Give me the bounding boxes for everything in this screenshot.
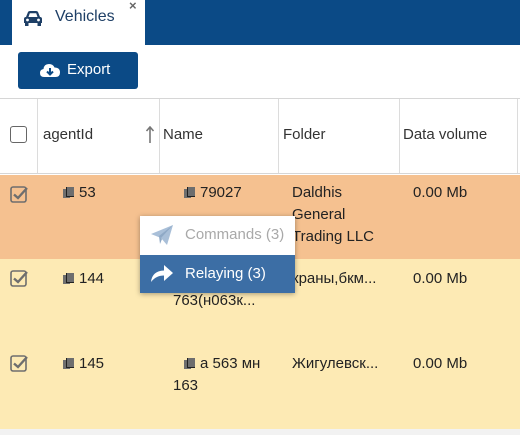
table-row[interactable]: 145 а 563 мн 163 Жигулевск... 0.00 Mb bbox=[0, 344, 520, 429]
paper-plane-icon bbox=[151, 225, 173, 245]
agentid-cell: 145 bbox=[63, 353, 104, 375]
copy-icon[interactable] bbox=[63, 187, 74, 198]
menu-item-commands[interactable]: Commands (3) bbox=[140, 216, 295, 254]
cloud-download-icon bbox=[40, 64, 60, 77]
agentid-value: 144 bbox=[79, 270, 105, 287]
header-name-label: Name bbox=[163, 126, 204, 143]
checkbox-checked-icon[interactable] bbox=[10, 185, 29, 204]
checkbox-checked-icon[interactable] bbox=[10, 269, 29, 288]
agentid-value: 145 bbox=[79, 355, 105, 372]
name-line-1: а 563 мн bbox=[200, 355, 261, 372]
folder-cell: Жигулевск... bbox=[292, 355, 379, 372]
select-all-checkbox[interactable] bbox=[10, 126, 27, 143]
share-arrow-icon bbox=[151, 265, 173, 282]
export-button[interactable]: Export bbox=[18, 52, 138, 89]
name-line-2: 163 bbox=[173, 377, 199, 394]
data-volume-cell: 0.00 Mb bbox=[413, 270, 468, 287]
data-volume-cell: 0.00 Mb bbox=[413, 355, 468, 372]
folder-cell: краны,бкм... bbox=[292, 270, 377, 287]
name-cell: 79027 bbox=[184, 182, 242, 204]
table-footer-stripe bbox=[0, 429, 520, 435]
header-data-volume-label: Data volume bbox=[403, 126, 488, 143]
header-select-cell bbox=[0, 99, 38, 173]
tab-vehicles[interactable]: Vehicles × bbox=[12, 0, 145, 45]
agentid-cell: 144 bbox=[63, 268, 104, 290]
copy-icon[interactable] bbox=[184, 187, 195, 198]
copy-icon[interactable] bbox=[63, 358, 74, 369]
menu-item-commands-label: Commands (3) bbox=[185, 226, 285, 243]
tab-title: Vehicles bbox=[55, 8, 115, 25]
header-agentid[interactable]: agentId bbox=[38, 99, 160, 173]
context-menu: Commands (3) Relaying (3) bbox=[140, 216, 295, 293]
agentid-value: 53 bbox=[79, 184, 96, 201]
folder-cell: Daldhis General Trading LLC bbox=[292, 182, 374, 248]
data-volume-cell: 0.00 Mb bbox=[413, 184, 468, 201]
header-name[interactable]: Name bbox=[160, 99, 279, 173]
car-icon bbox=[24, 11, 42, 26]
sort-up-icon[interactable] bbox=[145, 126, 155, 144]
agentid-cell: 53 bbox=[63, 182, 96, 204]
name-value: 79027 bbox=[200, 184, 242, 201]
close-icon[interactable]: × bbox=[129, 0, 137, 13]
table-header: agentId Name Folder Data volume bbox=[0, 99, 520, 174]
copy-icon[interactable] bbox=[63, 273, 74, 284]
menu-item-relaying-label: Relaying (3) bbox=[185, 265, 266, 282]
header-folder[interactable]: Folder bbox=[279, 99, 400, 173]
menu-item-relaying[interactable]: Relaying (3) bbox=[140, 255, 295, 293]
checkbox-checked-icon[interactable] bbox=[10, 354, 29, 373]
copy-icon[interactable] bbox=[184, 358, 195, 369]
folder-line-1: Daldhis bbox=[292, 184, 343, 201]
header-agentid-label: agentId bbox=[43, 126, 94, 143]
name-cell: а 563 мн 163 bbox=[173, 353, 260, 397]
export-label: Export bbox=[67, 61, 111, 78]
header-folder-label: Folder bbox=[283, 126, 326, 143]
name-cell: 763(н063к... bbox=[173, 292, 256, 309]
folder-line-2: General bbox=[292, 206, 346, 223]
folder-line-3: Trading LLC bbox=[292, 228, 374, 245]
top-bar: Vehicles × bbox=[0, 0, 520, 45]
header-data-volume[interactable]: Data volume bbox=[400, 99, 518, 173]
